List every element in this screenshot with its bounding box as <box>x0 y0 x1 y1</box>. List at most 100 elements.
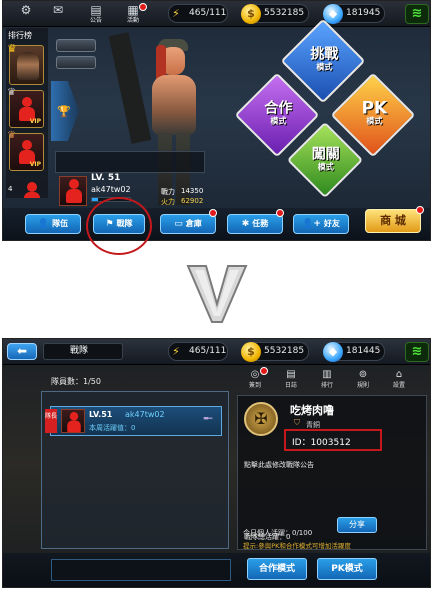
player-name: ak47tw02 <box>91 185 131 194</box>
log-button[interactable]: ▤ 日誌 <box>278 369 304 389</box>
announcement-button[interactable]: ▤ 公告 <box>85 3 107 25</box>
power-label: 戰力 <box>161 188 175 196</box>
member-row[interactable]: 隊長 LV.51 ak47tw02 本周活躍值：0 ╾ <box>45 406 222 436</box>
gem-icon: ◆ <box>323 342 343 362</box>
shop-label: 商 城 <box>380 214 406 227</box>
nav-storage-button[interactable]: ▭ 倉庫 <box>160 214 216 234</box>
back-button[interactable]: ⬅ <box>7 343 37 360</box>
log-label: 日誌 <box>284 382 297 389</box>
character-torso <box>152 75 196 135</box>
weapon-icon: ╾ <box>203 411 213 427</box>
leaderboard-rank-1[interactable]: ♛ <box>7 42 44 85</box>
stamina-bolt-icon: ⚡ <box>172 345 180 358</box>
leaderboard-title: 排行榜 <box>8 31 32 40</box>
status-bar <box>55 151 205 173</box>
character-rifle <box>108 32 152 144</box>
clan-notice[interactable]: 點擊此處修改戰隊公告 <box>244 460 314 470</box>
shop-notification-dot <box>416 206 424 214</box>
member-avatar <box>61 409 85 433</box>
clan-tools-row: ◎ 簽到 ▤ 日誌 ▥ 排行 ⊚ 規則 ⌂ 設置 <box>240 367 430 393</box>
rules-button[interactable]: ⊚ 規則 <box>350 369 376 389</box>
id-highlight-box <box>284 429 382 451</box>
clan-info-panel: ✠ 吃烤肉噜 ⛉ 青銅 ID：1003512 點擊此處修改戰隊公告 戰隊總活躍：… <box>237 395 427 550</box>
power-value: 14350 <box>181 187 204 195</box>
mail-icon[interactable]: ✉ <box>47 3 69 25</box>
leaderboard-rank-4[interactable] <box>16 180 46 198</box>
mission-icon: ✱ <box>241 219 250 229</box>
player-level: LV. 51 <box>91 173 121 183</box>
log-icon: ▤ <box>286 369 296 380</box>
gold-crown-icon: ♛ <box>7 42 17 55</box>
coin-counter[interactable]: $ 5532185 <box>241 4 309 24</box>
person-icon: 👤 <box>37 219 50 229</box>
storage-icon: ▭ <box>174 219 183 229</box>
gem-counter[interactable]: ◆ 181945 <box>323 4 385 24</box>
pk-mode-shortcut[interactable]: PK模式 <box>317 558 377 580</box>
stamina-counter[interactable]: ⚡ 465/111 <box>168 4 228 23</box>
announcement-label: 公告 <box>89 17 102 24</box>
stamina-bolt-icon: ⚡ <box>172 7 180 20</box>
coin-value: 5532185 <box>264 346 305 356</box>
fire-label: 火力 <box>161 198 175 206</box>
lobby-screen: ⚙ ✉ ▤ 公告 ▦ 活動 ⚡ 465/111 $ 5532185 ◆ 181945… <box>2 0 431 241</box>
stage-mode-label: 闖關 模式 <box>311 146 340 172</box>
coin-value: 5532185 <box>264 8 305 18</box>
coin-counter[interactable]: $ 5532185 <box>241 342 309 362</box>
member-name: ak47tw02 <box>125 410 165 419</box>
checkin-label: 簽到 <box>248 382 261 389</box>
ranking-button[interactable]: ▥ 排行 <box>314 369 340 389</box>
wifi-signal-icon: ≋ <box>405 342 429 362</box>
trophy-icon: 🏆 <box>57 105 71 118</box>
clan-screen: ⬅ 戰隊 ⚡ 465/111 $ 5532185 ◆ 181445 ≋ ◎ 簽到 … <box>2 338 431 588</box>
stamina-value: 465/111 <box>189 346 227 356</box>
nav-squad-button[interactable]: 👤 隊伍 <box>25 214 81 234</box>
ranking-icon: ▥ <box>322 369 332 380</box>
leaderboard-panel[interactable]: 排行榜 ♛ ♛ VIP ♛ VIP 4 <box>6 28 48 198</box>
nav-mission-button[interactable]: ✱ 任務 <box>227 214 283 234</box>
personal-activity: 今日個人活躍：0/100 <box>243 529 313 537</box>
nav-squad-label: 隊伍 <box>52 219 69 228</box>
events-label: 活動 <box>126 17 139 24</box>
nav-friends-button[interactable]: 👤+ 好友 <box>293 214 349 234</box>
bronze-crown-icon: ♛ <box>7 130 16 141</box>
leaderboard-rank-3[interactable]: ♛ VIP <box>7 130 44 171</box>
wifi-signal-icon: ≋ <box>405 4 429 24</box>
coop-mode-label: 合作 模式 <box>264 100 293 126</box>
leaderboard-rank-2[interactable]: ♛ VIP <box>7 87 44 128</box>
gem-value: 181445 <box>346 346 381 356</box>
settings-label: 設置 <box>392 382 405 389</box>
clan-name: 吃烤肉噜 <box>290 404 334 417</box>
clan-bottom-bar: 合作模式 PK模式 <box>3 553 430 587</box>
settings-button[interactable]: ⌂ 設置 <box>386 369 412 389</box>
pk-mode-label: PK 模式 <box>361 98 388 126</box>
chat-box[interactable] <box>51 559 231 581</box>
shop-button[interactable]: 商 城 <box>365 209 421 233</box>
avatar-rank-1 <box>17 52 39 80</box>
side-button-1[interactable] <box>56 39 96 52</box>
mission-notification-dot <box>276 209 284 217</box>
member-weekly-activity: 本周活躍值：0 <box>89 424 136 432</box>
player-avatar[interactable] <box>59 176 87 206</box>
add-friend-icon: 👤+ <box>302 219 321 229</box>
side-button-2[interactable] <box>56 56 96 69</box>
screen-title: 戰隊 <box>43 343 123 360</box>
exp-bar-fill <box>92 198 98 201</box>
nav-mission-label: 任務 <box>252 219 269 228</box>
down-arrow-indicator <box>186 264 248 324</box>
clan-top-bar: ⬅ 戰隊 ⚡ 465/111 $ 5532185 ◆ 181445 ≋ <box>3 339 430 365</box>
avatar-placeholder-icon <box>66 179 82 205</box>
settings-gear-icon[interactable]: ⚙ <box>15 3 37 25</box>
gem-counter[interactable]: ◆ 181445 <box>323 342 385 362</box>
expand-panel-arrow[interactable]: 🏆 <box>51 81 79 141</box>
nav-storage-label: 倉庫 <box>185 219 202 228</box>
challenge-mode-label: 挑戰 模式 <box>310 46 339 72</box>
stamina-value: 465/111 <box>189 8 227 18</box>
tutorial-composite: ⚙ ✉ ▤ 公告 ▦ 活動 ⚡ 465/111 $ 5532185 ◆ 181945… <box>0 0 433 597</box>
checkin-notification-dot <box>260 367 268 375</box>
fire-value: 62902 <box>181 197 204 205</box>
coop-mode-shortcut[interactable]: 合作模式 <box>247 558 307 580</box>
stamina-counter[interactable]: ⚡ 465/111 <box>168 342 228 361</box>
silver-crown-icon: ♛ <box>7 87 16 98</box>
share-button[interactable]: 分享 <box>337 517 377 533</box>
coin-icon: $ <box>241 4 261 24</box>
